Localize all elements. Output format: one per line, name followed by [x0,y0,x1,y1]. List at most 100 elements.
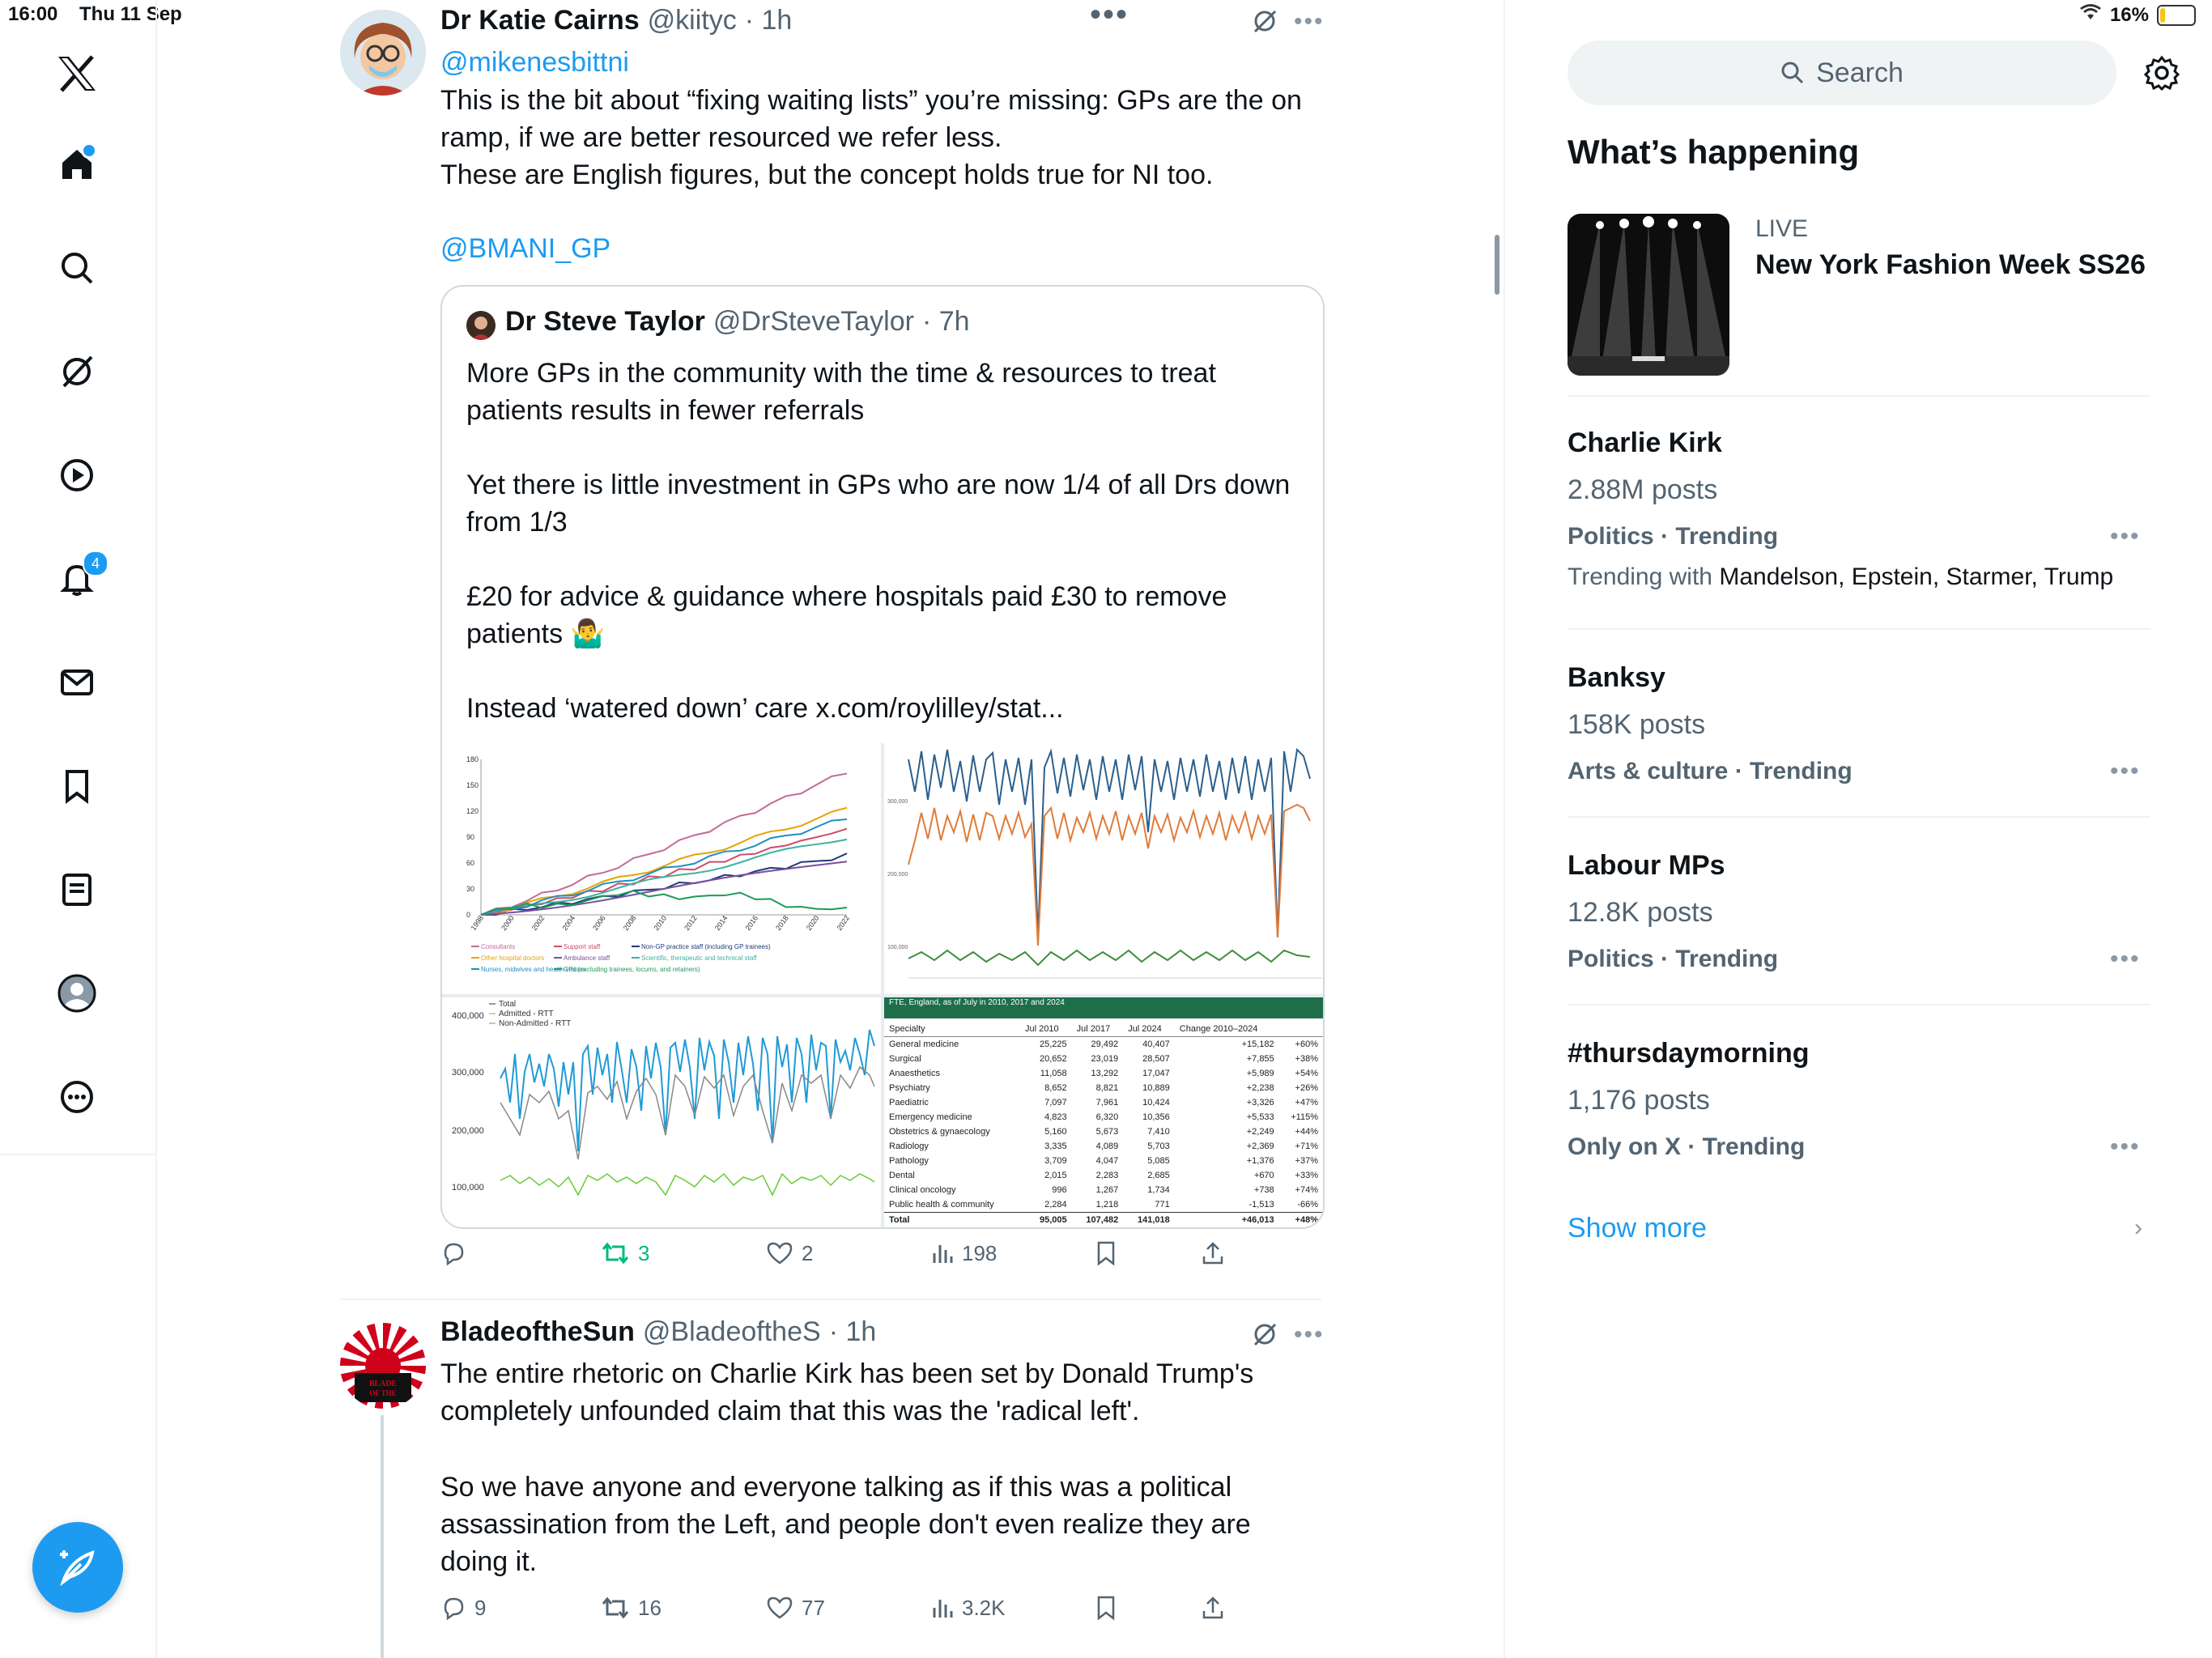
video-icon[interactable] [53,452,100,499]
bookmarks-icon[interactable] [53,763,100,810]
compose-post-button[interactable] [32,1522,123,1613]
media-specialty-table[interactable]: FTE, England, as of July in 2010, 2017 a… [884,997,1323,1227]
tweet2-views-button[interactable]: 3.2K [931,1595,1006,1621]
whats-happening-title: What’s happening [1568,133,1860,171]
tweet1-mention[interactable]: @BMANI_GP [440,230,610,267]
tweet1-reply-to[interactable]: @mikenesbittni [440,44,629,81]
table-cell: 11,058 [1040,1069,1067,1078]
table-cell: Radiology [889,1141,929,1151]
trend-item-thursdaymorning[interactable]: #thursdaymorning 1,176 posts Only on X ·… [1568,1023,2150,1185]
table-cell: 10,889 [1142,1083,1170,1093]
tweet2-like-button[interactable]: 77 [766,1595,825,1621]
table-cell: 20,652 [1039,1054,1067,1064]
table-cell: 5,673 [1095,1127,1119,1137]
tweet1-retweet-button[interactable]: 3 [601,1240,649,1266]
chart1-ytick: 60 [466,859,474,867]
profile-icon[interactable] [53,970,100,1017]
search-bar[interactable]: Search [1568,40,2116,105]
settings-gear-icon[interactable] [2143,55,2180,95]
tweet1-like-button[interactable]: 2 [766,1240,813,1266]
trend-category: Politics · Trending [1568,946,1779,972]
tweet2-grok-icon[interactable] [1252,1321,1278,1351]
thread-more-dots[interactable]: ••• [1090,0,1129,31]
trending-with-names[interactable]: Mandelson, Epstein, Starmer, Trump [1719,563,2113,590]
tweet1-more-icon[interactable]: ••• [1294,8,1325,36]
trend-item-charlie-kirk[interactable]: Charlie Kirk 2.88M posts Politics · Tren… [1568,413,2150,625]
trend-more-icon[interactable]: ••• [2110,946,2141,973]
media-referrals-chart[interactable]: 300,000 200,000 100,000 [884,743,1323,994]
trend-more-icon[interactable]: ••• [2110,1133,2141,1161]
tweet1-view-count: 198 [962,1240,998,1265]
tweet2-share-button[interactable] [1200,1595,1226,1621]
tweet1-time[interactable]: · 1h [745,5,793,36]
table-cell: 5,085 [1147,1156,1170,1166]
chart2-blue-line [908,747,1311,938]
svg-text:200,000: 200,000 [887,872,908,878]
table-cell: +46,013 [1241,1215,1274,1225]
scrollbar[interactable] [1495,235,1499,295]
tweet2-more-icon[interactable]: ••• [1294,1321,1325,1349]
avatar-lettering: BLADE [369,1380,398,1388]
table-header-cell [1279,1022,1323,1037]
live-event-title[interactable]: New York Fashion Week SS26 [1755,249,2146,281]
table-cell: 10,424 [1142,1098,1170,1107]
trend-more-icon[interactable]: ••• [2110,758,2141,785]
left-navigation: 4 [0,0,155,1155]
quote-media-grid[interactable]: 180 150 120 90 60 30 0 1998 2000 2002 2004 2006 2008… [442,743,1323,1227]
grok-icon[interactable] [53,348,100,395]
table-cell: 2,284 [1044,1200,1067,1209]
tweet1-reply-button[interactable] [440,1240,466,1266]
show-more-link[interactable]: Show more [1568,1213,1707,1244]
table-cell: +47% [1295,1098,1318,1107]
avatar-katie[interactable] [340,10,426,96]
table-cell: +738 [1253,1185,1274,1195]
tweet-divider [340,1299,1321,1300]
tweet2-author-name[interactable]: BladeoftheSun [440,1316,635,1348]
trend-item-labour-mps[interactable]: Labour MPs 12.8K posts Politics · Trendi… [1568,835,2150,997]
tweet2-author-handle[interactable]: @BladeoftheS [643,1316,821,1348]
trend-title: Charlie Kirk [1568,427,1722,458]
thread-line [381,1415,384,1658]
media-workforce-chart[interactable]: 180 150 120 90 60 30 0 1998 2000 2002 2004 2006 2008… [442,743,881,994]
tweet1-bookmark-button[interactable] [1095,1240,1117,1266]
tweet2-reply-button[interactable]: 9 [440,1595,486,1621]
tweet1-views-button[interactable]: 198 [931,1240,997,1266]
tweet1-share-button[interactable] [1200,1240,1226,1266]
table-cell: Public health & community [889,1200,994,1209]
home-icon[interactable] [53,141,100,188]
x-logo-icon[interactable] [53,50,100,97]
table-cell: -66% [1297,1200,1318,1209]
avatar-bladeofthesun[interactable]: BLADE OF THE [340,1323,426,1409]
chart1-ytick: 90 [466,833,474,841]
tweet1-grok-icon[interactable] [1252,8,1278,38]
tweet2-paragraph-2: So we have anyone and everyone talking a… [440,1472,1251,1577]
table-cell: 25,225 [1039,1039,1067,1049]
reply-icon [444,1597,464,1621]
share-icon [1202,1596,1223,1619]
tweet2-time[interactable]: · 1h [829,1316,877,1348]
table-row: Emergency medicine 4,823 6,320 10,356 +5,533… [884,1110,1323,1124]
trend-item-banksy[interactable]: Banksy 158K posts Arts & culture · Trend… [1568,648,2150,810]
chart1-ytick: 30 [466,885,474,893]
notifications-icon[interactable]: 4 [53,551,108,602]
trend-more-icon[interactable]: ••• [2110,523,2141,551]
table-cell: +5,533 [1246,1112,1274,1122]
table-cell: 5,703 [1147,1141,1170,1151]
tweet1-author-handle[interactable]: @kiityc [648,5,737,36]
live-event-image[interactable] [1568,214,1729,376]
chart3-ytick-200000: 200,000 [452,1126,484,1136]
table-header-cell: Jul 2024 [1128,1024,1162,1034]
more-icon[interactable] [53,1073,100,1120]
messages-icon[interactable] [53,659,100,706]
search-icon[interactable] [53,244,100,291]
media-rtt-chart[interactable]: Total Admitted - RTT Non-Admitted - RTT … [442,997,881,1227]
tweet2-bookmark-button[interactable] [1095,1595,1117,1621]
svg-text:OF THE: OF THE [369,1389,396,1397]
tweet1-author-name[interactable]: Dr Katie Cairns [440,5,640,36]
table-cell: +15,182 [1241,1039,1274,1049]
lists-icon[interactable] [53,866,100,913]
quoted-tweet[interactable]: Dr Steve Taylor @DrSteveTaylor · 7h More… [440,285,1325,1229]
tweet2-retweet-button[interactable]: 16 [601,1595,661,1621]
table-cell: 3,335 [1044,1141,1067,1151]
chart1-xtick: 2002 [530,914,547,932]
